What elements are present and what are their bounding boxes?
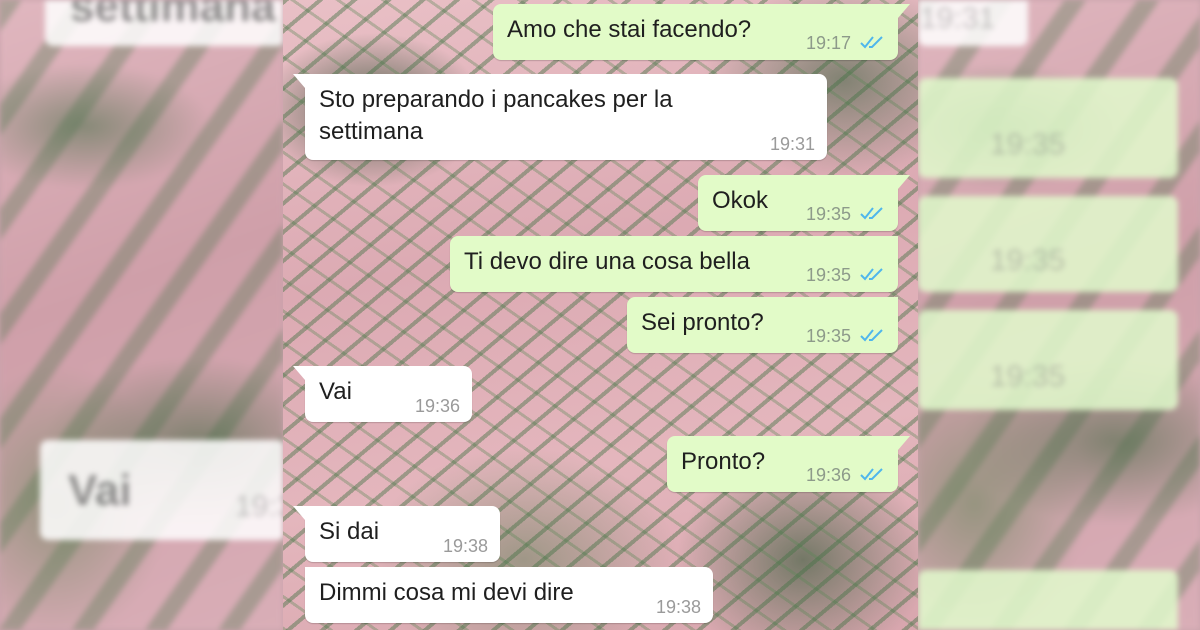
message-bubble-outgoing[interactable]: Okok 19:35 [698, 175, 910, 231]
message-text: Ti devo dire una cosa bella [464, 248, 750, 275]
blurred-text: Vai [68, 466, 132, 515]
message-time: 19:36 [414, 396, 460, 416]
blurred-time: 19:35 [990, 244, 1066, 277]
message-bubble-outgoing[interactable]: Ti devo dire una cosa bella 19:35 [450, 236, 898, 292]
message-time: 19:36 [805, 464, 851, 485]
message-time: 19:35 [805, 325, 851, 346]
message-bubble-outgoing[interactable]: Sei pronto? 19:35 [627, 297, 898, 353]
message-time: 19:38 [442, 536, 488, 556]
message-meta: 19:35 [806, 326, 886, 347]
message-text: Dimmi cosa mi devi dire [319, 579, 574, 606]
double-check-read-icon [860, 34, 886, 54]
message-time: 19:31 [769, 134, 815, 154]
blurred-time: 19:31 [920, 2, 996, 35]
message-meta: 19:36 [806, 465, 886, 486]
double-check-read-icon [860, 205, 886, 225]
message-time: 19:17 [805, 32, 851, 53]
message-text: Amo che stai facendo? [507, 16, 752, 43]
message-meta: 19:38 [656, 597, 701, 617]
double-check-read-icon [860, 466, 886, 486]
blurred-text: settimana [70, 0, 276, 31]
message-text: Si dai [319, 518, 380, 545]
message-bubble-incoming[interactable]: Si dai 19:38 [293, 506, 500, 562]
blurred-background-left: settimana Vai 19:36 [0, 0, 283, 630]
message-time: 19:38 [655, 597, 701, 617]
message-text: Pronto? [681, 448, 766, 475]
blurred-bubble [918, 570, 1178, 630]
blurred-time: 19:35 [990, 360, 1066, 393]
blurred-time: 19:35 [990, 128, 1066, 161]
message-meta: 19:35 [806, 204, 886, 225]
message-meta: 19:36 [415, 396, 460, 416]
message-meta: 19:17 [806, 33, 886, 54]
message-text: Vai [319, 378, 352, 405]
blurred-time: 19:36 [235, 490, 283, 523]
message-time: 19:35 [805, 264, 851, 285]
message-bubble-outgoing[interactable]: Amo che stai facendo? 19:17 [493, 4, 910, 60]
message-time: 19:35 [805, 203, 851, 224]
message-text: Sto preparando i pancakes per la settima… [319, 86, 673, 145]
blurred-background-right: 19:31 19:35 19:35 19:35 [918, 0, 1200, 630]
message-bubble-incoming[interactable]: Sto preparando i pancakes per la settima… [293, 74, 827, 160]
message-bubble-outgoing[interactable]: Pronto? 19:36 [667, 436, 910, 492]
chat-conversation[interactable]: Amo che stai facendo? 19:17 Sto preparan… [283, 0, 918, 630]
message-meta: 19:38 [443, 536, 488, 556]
double-check-read-icon [860, 327, 886, 347]
message-text: Okok [712, 187, 769, 214]
message-meta: 19:35 [806, 265, 886, 286]
message-text: Sei pronto? [641, 309, 764, 336]
message-bubble-incoming[interactable]: Dimmi cosa mi devi dire 19:38 [305, 567, 713, 623]
message-meta: 19:31 [770, 134, 815, 154]
double-check-read-icon [860, 266, 886, 286]
message-bubble-incoming[interactable]: Vai 19:36 [293, 366, 472, 422]
